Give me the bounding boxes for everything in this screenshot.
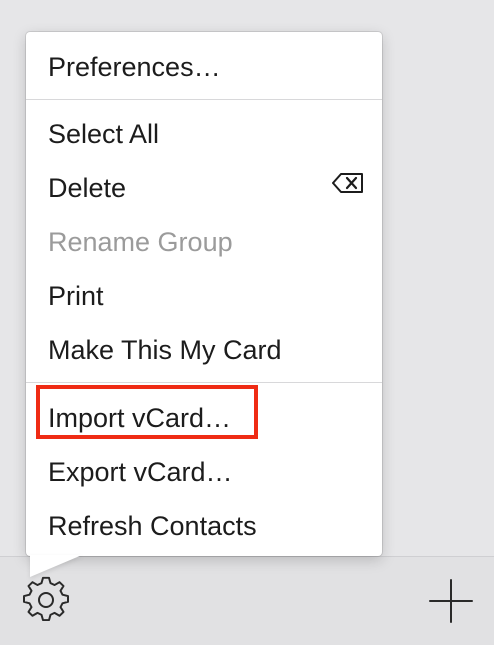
menu-item-label: Select All bbox=[48, 118, 160, 149]
menu-item-preferences[interactable]: Preferences… bbox=[26, 40, 382, 94]
menu-pointer bbox=[30, 555, 82, 577]
settings-menu: Preferences… Select All Delete Rename Gr… bbox=[26, 32, 382, 556]
menu-item-export-vcard[interactable]: Export vCard… bbox=[26, 445, 382, 499]
menu-item-label: Delete bbox=[48, 172, 127, 203]
highlight-box bbox=[36, 385, 258, 439]
menu-item-label: Refresh Contacts bbox=[48, 510, 257, 541]
menu-item-label: Rename Group bbox=[48, 226, 233, 257]
menu-separator bbox=[26, 99, 382, 100]
gear-icon[interactable] bbox=[22, 576, 70, 624]
menu-separator bbox=[26, 382, 382, 383]
menu-item-label: Preferences… bbox=[48, 51, 221, 82]
menu-item-make-this-my-card[interactable]: Make This My Card bbox=[26, 323, 382, 377]
menu-item-refresh-contacts[interactable]: Refresh Contacts bbox=[26, 499, 382, 553]
menu-item-label: Export vCard… bbox=[48, 456, 233, 487]
menu-item-label: Print bbox=[48, 280, 104, 311]
delete-key-icon bbox=[332, 173, 363, 193]
menu-item-label: Make This My Card bbox=[48, 334, 282, 365]
menu-item-rename-group: Rename Group bbox=[26, 215, 382, 269]
menu-item-delete[interactable]: Delete bbox=[26, 161, 382, 215]
plus-icon[interactable] bbox=[428, 578, 474, 624]
menu-item-print[interactable]: Print bbox=[26, 269, 382, 323]
menu-item-select-all[interactable]: Select All bbox=[26, 107, 382, 161]
